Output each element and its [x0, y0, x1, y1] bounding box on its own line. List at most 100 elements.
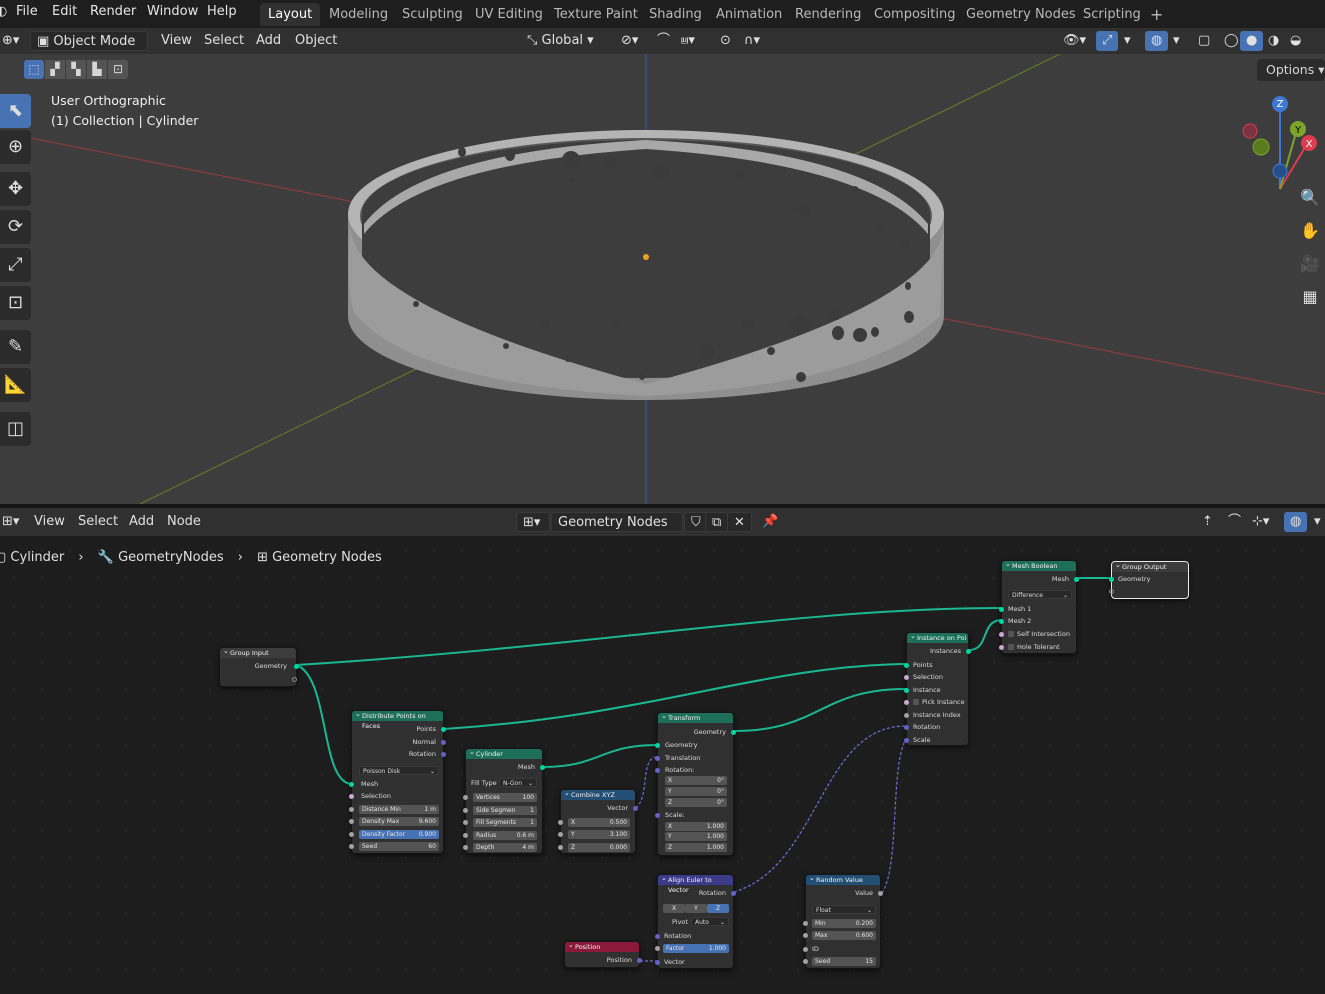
group-output-node[interactable]: Group Output Geometry	[1109, 560, 1189, 599]
transform-tool-icon[interactable]: ⊡	[0, 286, 31, 320]
radius-field[interactable]: Radius 0.6 m	[473, 831, 537, 840]
input-socket[interactable]	[349, 844, 354, 849]
mode-dropdown[interactable]: ▣ Object Mode ▾	[30, 31, 148, 69]
hole-tolerant-checkbox[interactable]: Hole Tolerant	[1008, 642, 1060, 652]
seed-field[interactable]: Seed 15	[812, 957, 876, 966]
vertices-field[interactable]: Vertices 100	[473, 793, 537, 802]
output-socket[interactable]	[731, 730, 736, 735]
position-node[interactable]: Position Position	[564, 940, 642, 968]
input-socket[interactable]	[463, 795, 468, 800]
overlay-dropdown-icon[interactable]: ▾	[1167, 31, 1186, 51]
pick-instance-checkbox[interactable]: Pick Instance	[913, 697, 965, 707]
scale-x-field[interactable]: X 1.000	[665, 822, 727, 831]
input-socket[interactable]	[463, 845, 468, 850]
empty-socket[interactable]	[292, 677, 297, 682]
select-intersect-icon[interactable]: ⊡	[108, 60, 128, 79]
zoom-icon[interactable]: 🔍	[1296, 184, 1324, 212]
editor-type-icon[interactable]: ⊕▾	[0, 31, 25, 51]
xray-icon[interactable]: ▢	[1192, 31, 1216, 51]
unlink-tree-icon[interactable]: ✕	[727, 512, 752, 532]
scale-tool-icon[interactable]: ⤢	[0, 248, 31, 282]
seed-field[interactable]: Seed 60	[359, 842, 439, 851]
menu-edit[interactable]: Edit	[52, 4, 77, 19]
menu-view[interactable]: View	[155, 31, 198, 51]
self-intersection-checkbox[interactable]: Self Intersection	[1008, 629, 1070, 639]
output-socket[interactable]	[441, 727, 446, 732]
pivot-dropdown[interactable]: Auto ⌄	[691, 917, 729, 926]
rotate-tool-icon[interactable]: ⟳	[0, 210, 31, 244]
navigation-gizmo[interactable]: Z X Y	[1242, 96, 1317, 190]
select-subtract-icon[interactable]: ▚	[66, 60, 86, 79]
input-socket[interactable]	[349, 807, 354, 812]
annotate-tool-icon[interactable]: ✎	[0, 330, 31, 364]
tab-scripting[interactable]: Scripting	[1075, 3, 1149, 26]
input-socket[interactable]	[655, 768, 660, 773]
input-socket[interactable]	[655, 813, 660, 818]
transform-node[interactable]: Transform Geometry Geometry Translation …	[655, 711, 736, 856]
3d-viewport[interactable]: Z X Y ⬚ ▞ ▚ ▙ ⊡ User Orthographic (1) Co…	[0, 54, 1325, 504]
input-socket[interactable]	[803, 959, 808, 964]
node-editor-type-icon[interactable]: ⊞▾	[0, 512, 25, 532]
output-socket[interactable]	[441, 752, 446, 757]
menu-add[interactable]: Add	[250, 31, 287, 51]
input-socket[interactable]	[655, 960, 660, 965]
pin-icon[interactable]: 📌	[756, 512, 784, 532]
input-socket[interactable]	[904, 688, 909, 693]
input-socket[interactable]	[904, 738, 909, 743]
material-shading-icon[interactable]: ◑	[1262, 31, 1285, 51]
z-field[interactable]: Z 0.000	[568, 843, 630, 852]
pivot-icon[interactable]: ⊘▾	[615, 31, 644, 51]
node-menu-node[interactable]: Node	[161, 512, 207, 532]
snap-mode-icon[interactable]: ⊹▾	[1246, 512, 1275, 532]
move-tool-icon[interactable]: ✥	[0, 172, 31, 206]
menu-help[interactable]: Help	[207, 4, 237, 19]
output-socket[interactable]	[1074, 577, 1079, 582]
menu-object[interactable]: Object	[289, 31, 343, 51]
tab-animation[interactable]: Animation	[708, 3, 790, 26]
group-input-node[interactable]: Group Input Geometry	[219, 646, 299, 687]
align-euler-node[interactable]: Align Euler to Vector Rotation X Y Z Piv…	[655, 873, 736, 969]
output-socket[interactable]	[878, 891, 883, 896]
node-tree-browse-icon[interactable]: ⊞▾	[516, 512, 550, 532]
node-tree-name-field[interactable]: Geometry Nodes	[551, 512, 683, 532]
falloff-icon[interactable]: ∩▾	[738, 31, 766, 51]
method-dropdown[interactable]: Poisson Disk ⌄	[359, 766, 439, 775]
menu-file[interactable]: File	[16, 4, 38, 19]
input-socket[interactable]	[999, 632, 1004, 637]
node-menu-add[interactable]: Add	[123, 512, 160, 532]
input-socket[interactable]	[463, 820, 468, 825]
instance-on-points-node[interactable]: Instance on Poi Instances Points Selecti…	[904, 631, 971, 746]
output-socket[interactable]	[441, 740, 446, 745]
output-socket[interactable]	[637, 958, 642, 963]
node-menu-view[interactable]: View	[28, 512, 71, 532]
input-socket[interactable]	[558, 820, 563, 825]
output-socket[interactable]	[540, 765, 545, 770]
rendered-shading-icon[interactable]: ◒	[1284, 31, 1307, 51]
density-factor-field[interactable]: Density Factor 0.900	[359, 830, 439, 839]
parent-node-tree-icon[interactable]: ⇡	[1196, 512, 1219, 532]
input-socket[interactable]	[904, 713, 909, 718]
snap-target-icon[interactable]: ⩏▾	[675, 31, 701, 51]
tab-compositing[interactable]: Compositing	[866, 3, 964, 26]
cursor-tool-icon[interactable]: ⊕	[0, 130, 31, 164]
select-extend-icon[interactable]: ▞	[45, 60, 65, 79]
output-socket[interactable]	[731, 891, 736, 896]
node-snap-icon[interactable]: ⌒	[1222, 512, 1247, 532]
rotation-x-field[interactable]: X 0°	[665, 776, 727, 785]
menu-render[interactable]: Render	[90, 4, 136, 19]
tab-rendering[interactable]: Rendering	[787, 3, 869, 26]
empty-socket[interactable]	[1109, 589, 1114, 594]
solid-shading-icon[interactable]: ●	[1240, 31, 1264, 51]
input-socket[interactable]	[558, 845, 563, 850]
select-difference-icon[interactable]: ▙	[87, 60, 107, 79]
tab-layout[interactable]: Layout	[260, 3, 321, 26]
side-segments-field[interactable]: Side Segmen 1	[473, 806, 537, 815]
add-cube-tool-icon[interactable]: ◫	[0, 412, 31, 446]
cylinder-node[interactable]: Cylinder Mesh Fill Type N-Gon ⌄ Vertices…	[463, 747, 545, 854]
input-socket[interactable]	[655, 743, 660, 748]
scale-z-field[interactable]: Z 1.000	[665, 843, 727, 852]
input-socket[interactable]	[655, 934, 660, 939]
select-tool-icon[interactable]: ⬉	[0, 94, 31, 128]
node-overlay-dropdown-icon[interactable]: ▾	[1308, 512, 1325, 532]
input-socket[interactable]	[904, 675, 909, 680]
